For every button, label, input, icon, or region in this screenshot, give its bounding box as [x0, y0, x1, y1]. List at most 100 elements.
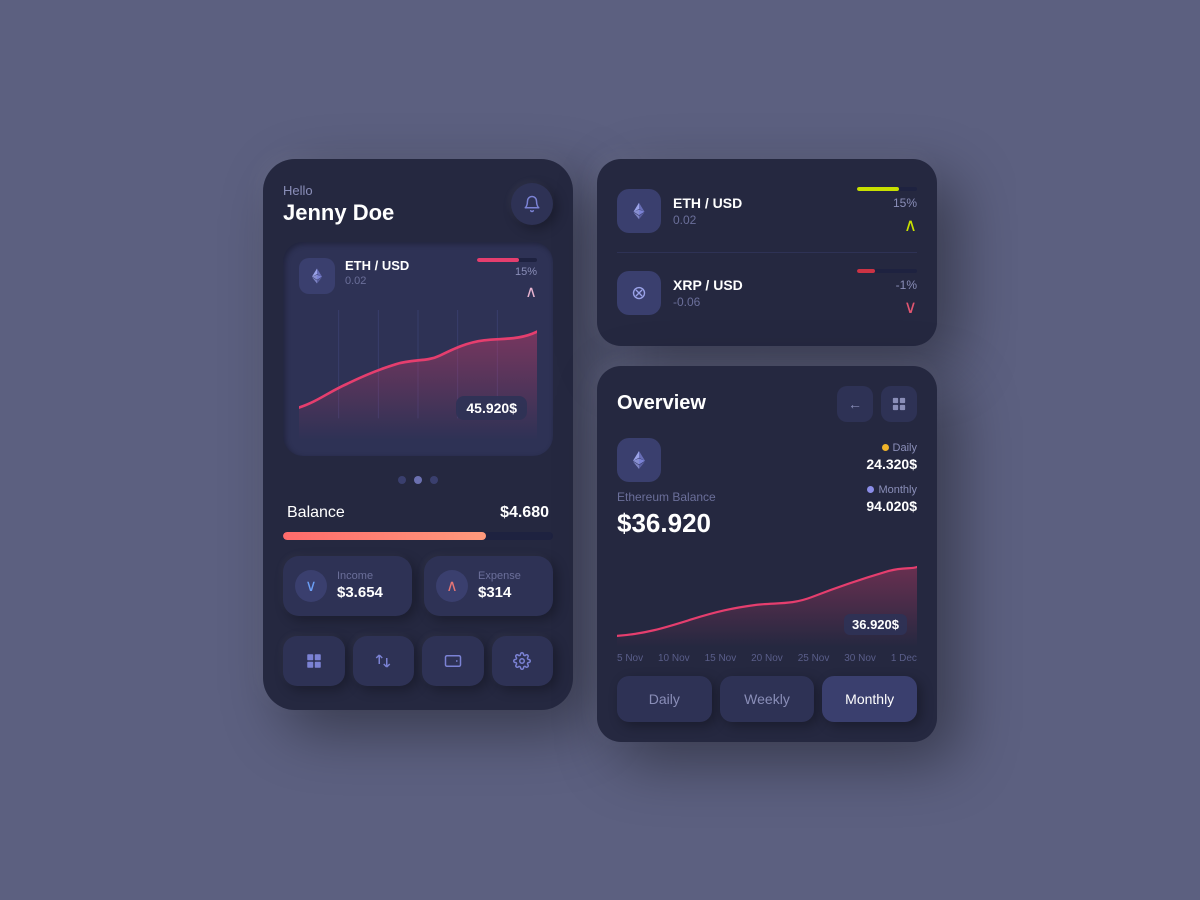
income-info: Income $3.654 — [337, 570, 383, 601]
x-axis-labels: 5 Nov 10 Nov 15 Nov 20 Nov 25 Nov 30 Nov… — [617, 653, 917, 664]
x-label-6: 1 Dec — [891, 653, 917, 664]
overview-chart-price: 36.920$ — [844, 614, 907, 635]
phone-header: Hello Jenny Doe — [283, 183, 553, 226]
overview-left: Ethereum Balance $36.920 — [617, 438, 811, 539]
chart-header: ETH / USD 0.02 15% ∧ — [299, 258, 537, 302]
chart-price-label: 45.920$ — [456, 396, 527, 420]
x-label-2: 15 Nov — [705, 653, 737, 664]
overview-chart-area: 36.920$ — [617, 547, 917, 647]
expense-card: ∧ Expense $314 — [424, 556, 553, 616]
phone-card: Hello Jenny Doe — [263, 159, 573, 710]
balance-section: Balance $4.680 — [283, 504, 553, 540]
overview-title: Overview — [617, 392, 706, 415]
x-label-1: 10 Nov — [658, 653, 690, 664]
dot-1 — [398, 476, 406, 484]
x-label-5: 30 Nov — [844, 653, 876, 664]
xrp-val: -0.06 — [673, 295, 845, 309]
daily-label: Daily — [893, 442, 917, 454]
balance-amount: $4.680 — [500, 504, 549, 522]
eth-crypto-item: ETH / USD 0.02 15% ∧ — [617, 179, 917, 244]
xrp-crypto-item: XRP / USD -0.06 -1% ∨ — [617, 252, 917, 326]
right-column: ETH / USD 0.02 15% ∧ — [597, 159, 937, 742]
eth-details: ETH / USD 0.02 — [673, 195, 845, 227]
income-card: ∨ Income $3.654 — [283, 556, 412, 616]
notification-button[interactable] — [511, 183, 553, 225]
expense-label: Expense — [478, 570, 521, 582]
progress-fill-eth — [477, 258, 519, 262]
eth-icon-small — [299, 258, 335, 294]
monthly-dot — [867, 486, 874, 493]
xrp-percent-label: -1% — [896, 278, 917, 292]
xrp-progress — [857, 269, 917, 273]
chart-right-info: 15% ∧ — [477, 258, 537, 302]
crypto-cards-panel: ETH / USD 0.02 15% ∧ — [597, 159, 937, 346]
chart-svg — [299, 310, 537, 440]
eth-icon-box — [617, 189, 661, 233]
balance-bar — [283, 532, 553, 540]
chart-pair-info: ETH / USD 0.02 — [345, 258, 477, 287]
balance-bar-fill — [283, 532, 486, 540]
eth-progress — [857, 187, 917, 191]
tab-monthly-button[interactable]: Monthly — [822, 676, 917, 722]
eth-balance-label: Ethereum Balance — [617, 490, 811, 504]
xrp-trend-icon: ∨ — [904, 297, 917, 318]
overview-controls: ← — [837, 386, 917, 422]
eth-right: 15% ∧ — [857, 187, 917, 236]
eth-percent-label: 15% — [893, 196, 917, 210]
tab-daily-button[interactable]: Daily — [617, 676, 712, 722]
dot-3 — [430, 476, 438, 484]
eth-percent: 15% — [515, 266, 537, 278]
xrp-progress-fill — [857, 269, 875, 273]
x-label-4: 25 Nov — [798, 653, 830, 664]
expense-value: $314 — [478, 584, 521, 601]
xrp-pair-label: XRP / USD — [673, 277, 845, 293]
overview-header: Overview ← — [617, 386, 917, 422]
eth-balance-value: $36.920 — [617, 508, 811, 539]
income-label: Income — [337, 570, 383, 582]
progress-bar-eth — [477, 258, 537, 262]
trend-up-icon: ∧ — [525, 282, 537, 302]
expense-info: Expense $314 — [478, 570, 521, 601]
back-button[interactable]: ← — [837, 386, 873, 422]
user-name: Jenny Doe — [283, 200, 394, 226]
xrp-details: XRP / USD -0.06 — [673, 277, 845, 309]
tab-row: Daily Weekly Monthly — [617, 676, 917, 722]
eth-pair-label: ETH / USD — [673, 195, 845, 211]
daily-value: 24.320$ — [866, 456, 917, 472]
tab-weekly-button[interactable]: Weekly — [720, 676, 815, 722]
daily-label-row: Daily — [882, 442, 917, 454]
user-info: Hello Jenny Doe — [283, 183, 394, 226]
monthly-label: Monthly — [878, 484, 917, 496]
x-label-0: 5 Nov — [617, 653, 643, 664]
income-value: $3.654 — [337, 584, 383, 601]
overview-right: Daily 24.320$ Monthly 94.020$ — [827, 438, 917, 539]
daily-dot — [882, 444, 889, 451]
balance-row: Balance $4.680 — [283, 504, 553, 522]
nav-dashboard-button[interactable] — [283, 636, 345, 686]
stats-row: ∨ Income $3.654 ∧ Expense $314 — [283, 556, 553, 616]
monthly-stat: Monthly 94.020$ — [866, 484, 917, 514]
main-container: Hello Jenny Doe — [263, 159, 937, 742]
income-icon: ∨ — [295, 570, 327, 602]
eth-progress-fill — [857, 187, 899, 191]
overview-body: Ethereum Balance $36.920 Daily 24.320$ — [617, 438, 917, 539]
grid-button[interactable] — [881, 386, 917, 422]
monthly-label-row: Monthly — [867, 484, 917, 496]
pair-label: ETH / USD — [345, 258, 477, 273]
xrp-icon-box — [617, 271, 661, 315]
nav-row — [283, 636, 553, 686]
pair-value: 0.02 — [345, 275, 477, 287]
nav-wallet-button[interactable] — [422, 636, 484, 686]
expense-icon: ∧ — [436, 570, 468, 602]
nav-swap-button[interactable] — [353, 636, 415, 686]
nav-settings-button[interactable] — [492, 636, 554, 686]
x-label-3: 20 Nov — [751, 653, 783, 664]
eth-trend-icon: ∧ — [904, 215, 917, 236]
eth-val: 0.02 — [673, 213, 845, 227]
hello-label: Hello — [283, 183, 394, 198]
eth-icon-overview — [617, 438, 661, 482]
balance-label: Balance — [287, 504, 345, 522]
overview-card: Overview ← — [597, 366, 937, 742]
carousel-dots — [283, 472, 553, 488]
daily-stat: Daily 24.320$ — [866, 442, 917, 472]
